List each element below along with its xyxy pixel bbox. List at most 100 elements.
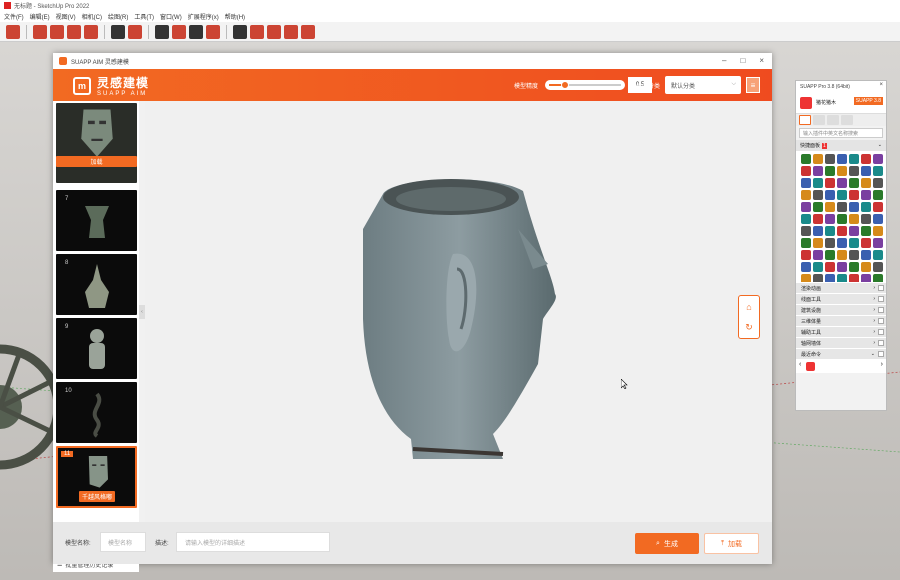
route-icon[interactable] — [301, 24, 315, 39]
plugin-icon[interactable] — [813, 250, 823, 260]
plugin-icon[interactable] — [837, 226, 847, 236]
minimize-icon[interactable]: – — [722, 56, 726, 65]
menu-camera[interactable]: 相机(C) — [82, 12, 102, 21]
plugin-icon[interactable] — [801, 226, 811, 236]
description-input[interactable]: 请输入模型的详细描述 — [176, 532, 330, 552]
search-tab-icon[interactable] — [841, 115, 853, 125]
plugin-icon[interactable] — [873, 202, 883, 212]
plugin-icon[interactable] — [837, 166, 847, 176]
avatar[interactable] — [800, 96, 812, 109]
plugin-icon[interactable] — [825, 178, 835, 188]
plugin-icon[interactable] — [861, 166, 871, 176]
chevron-left-icon[interactable]: ‹ — [799, 361, 801, 368]
plugin-icon[interactable] — [861, 178, 871, 188]
plugin-icon[interactable] — [873, 250, 883, 260]
plugin-icon[interactable] — [861, 262, 871, 272]
s-logo-icon[interactable] — [84, 24, 98, 39]
plugin-icon[interactable] — [837, 154, 847, 164]
plugin-icon[interactable] — [861, 226, 871, 236]
scissors-icon[interactable] — [206, 24, 220, 39]
plugin-icon[interactable] — [825, 202, 835, 212]
maximize-icon[interactable]: □ — [740, 56, 745, 65]
checkbox[interactable] — [878, 351, 884, 357]
category-building[interactable]: 建筑设施 › — [796, 304, 886, 315]
plugin-icon[interactable] — [825, 166, 835, 176]
checkbox[interactable] — [878, 329, 884, 335]
menu-button[interactable]: ≡ — [746, 77, 760, 93]
menu-help[interactable]: 帮助(H) — [225, 12, 245, 21]
history-item[interactable]: 8 — [56, 254, 137, 315]
hat-icon[interactable] — [267, 24, 281, 39]
classify-select[interactable]: 默认分类 ⌵ — [665, 76, 741, 94]
menu-tools[interactable]: 工具(T) — [134, 12, 154, 21]
paint-tab-icon[interactable] — [827, 115, 839, 125]
suapp-logo-icon[interactable] — [806, 361, 815, 371]
plugin-icon[interactable] — [849, 226, 859, 236]
menu-file[interactable]: 文件(F) — [4, 12, 24, 21]
plugin-icon[interactable] — [825, 214, 835, 224]
plugin-icon[interactable] — [801, 190, 811, 200]
load-button[interactable]: ⤒ 加载 — [704, 533, 759, 554]
plugin-icon[interactable] — [837, 214, 847, 224]
gear-icon[interactable] — [233, 24, 247, 39]
category-recent[interactable]: 最近命令 ⌄ — [796, 348, 886, 359]
plugin-icon[interactable] — [849, 190, 859, 200]
home-view-icon[interactable]: ⌂ — [739, 296, 759, 317]
checkbox[interactable] — [878, 307, 884, 313]
history-item[interactable]: 9 — [56, 318, 137, 379]
plugin-icon[interactable] — [813, 214, 823, 224]
plugin-icon[interactable] — [849, 178, 859, 188]
box-tab-icon[interactable] — [813, 115, 825, 125]
home-tab-icon[interactable] — [799, 115, 811, 125]
menu-edit[interactable]: 编辑(E) — [30, 12, 50, 21]
plugin-icon[interactable] — [825, 262, 835, 272]
plugin-icon[interactable] — [825, 238, 835, 248]
plugin-icon[interactable] — [801, 154, 811, 164]
history-item[interactable]: 10 — [56, 382, 137, 443]
slider-thumb[interactable] — [561, 81, 570, 89]
plugin-icon[interactable] — [813, 226, 823, 236]
plugin-icon[interactable] — [849, 238, 859, 248]
plugin-icon[interactable] — [861, 190, 871, 200]
suapp-search-input[interactable]: 输入插件中英文名称搜索 — [799, 128, 883, 138]
plugin-icon[interactable] — [801, 166, 811, 176]
generate-button[interactable]: ⌕ 生成 — [635, 533, 699, 554]
history-item[interactable]: 7 — [56, 190, 137, 251]
plugin-icon[interactable] — [837, 190, 847, 200]
plugin-icon[interactable] — [849, 202, 859, 212]
ruler-icon[interactable] — [172, 24, 186, 39]
close-icon[interactable]: × — [879, 82, 883, 88]
model-name-input[interactable]: 模型名称 — [100, 532, 146, 552]
tape-icon[interactable] — [189, 24, 203, 39]
plugin-icon[interactable] — [813, 238, 823, 248]
category-grid-walls[interactable]: 轴网墙体 › — [796, 337, 886, 348]
history-item-active[interactable]: 11 千越风格嘟 — [56, 446, 137, 508]
magnet-icon[interactable] — [128, 24, 142, 39]
plugin-icon[interactable] — [813, 154, 823, 164]
menu-view[interactable]: 视图(V) — [56, 12, 76, 21]
robot-icon[interactable] — [67, 24, 81, 39]
category-aux-tools[interactable]: 辅助工具 › — [796, 326, 886, 337]
plugin-icon[interactable] — [837, 178, 847, 188]
checkbox[interactable] — [878, 285, 884, 291]
plugin-icon[interactable] — [861, 238, 871, 248]
plugin-icon[interactable] — [801, 238, 811, 248]
plugin-icon[interactable] — [837, 238, 847, 248]
close-icon[interactable]: × — [759, 56, 764, 65]
plugin-icon[interactable] — [849, 154, 859, 164]
plugin-icon[interactable] — [801, 214, 811, 224]
plugin-icon[interactable] — [801, 250, 811, 260]
checkbox[interactable] — [878, 318, 884, 324]
category-line-tools[interactable]: 线面工具 › — [796, 293, 886, 304]
chevron-right-icon[interactable]: › — [881, 361, 883, 368]
plugin-icon[interactable] — [813, 178, 823, 188]
plugin-icon[interactable] — [813, 166, 823, 176]
plugin-icon[interactable] — [861, 214, 871, 224]
plugin-icon[interactable] — [873, 214, 883, 224]
plugin-icon[interactable] — [849, 214, 859, 224]
plugin-icon[interactable] — [861, 250, 871, 260]
plugin-icon[interactable] — [813, 190, 823, 200]
plugin-icon[interactable] — [825, 190, 835, 200]
model-viewer[interactable]: ⌂ ↻ — [145, 101, 772, 522]
plugin-icon[interactable] — [825, 250, 835, 260]
